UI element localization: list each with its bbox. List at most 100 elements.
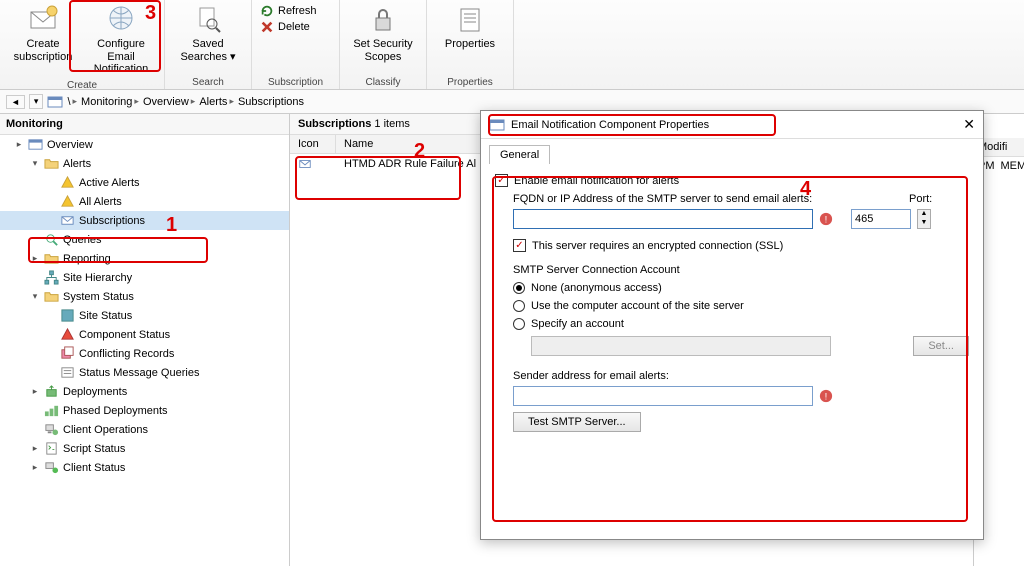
col-header-icon[interactable]: Icon: [290, 135, 336, 153]
statusmsg-icon: [60, 365, 75, 380]
radio-selected-icon: [513, 282, 525, 294]
sender-label: Sender address for email alerts:: [513, 370, 969, 382]
nav-fwd-button[interactable]: ▾: [29, 94, 44, 109]
twisty-icon: ▸: [30, 386, 40, 397]
ssl-label: This server requires an encrypted connec…: [532, 240, 783, 252]
port-input[interactable]: [851, 209, 911, 229]
tree-node-deployments[interactable]: ▸Deployments: [0, 382, 289, 401]
tree-node-label: Alerts: [63, 158, 91, 170]
twisty-icon: ▾: [30, 291, 40, 302]
twisty-icon: ▸: [14, 139, 24, 150]
dialog-icon: [489, 117, 505, 133]
test-smtp-button[interactable]: Test SMTP Server...: [513, 412, 641, 432]
subscription-new-icon: [27, 4, 59, 36]
tree-node-alerts[interactable]: ▾Alerts: [0, 154, 289, 173]
radio-icon: [513, 318, 525, 330]
tree-node-label: Reporting: [63, 253, 111, 265]
chevron-right-icon: ▸: [134, 96, 139, 107]
tree-node-subscriptions[interactable]: Subscriptions: [0, 211, 289, 230]
radio-specify-row[interactable]: Specify an account: [513, 318, 969, 330]
checkbox-checked-icon: ✓: [495, 174, 508, 187]
set-security-scopes-button[interactable]: Set Security Scopes: [344, 2, 422, 65]
fqdn-label: FQDN or IP Address of the SMTP server to…: [513, 193, 903, 205]
delete-button[interactable]: Delete: [260, 20, 331, 34]
enable-email-label: Enable email notification for alerts: [514, 175, 679, 187]
saved-searches-label: Saved Searches ▾: [171, 38, 245, 63]
radio-computer-row[interactable]: Use the computer account of the site ser…: [513, 300, 969, 312]
crumb-subscriptions[interactable]: Subscriptions: [238, 96, 304, 108]
tree-node-label: All Alerts: [79, 196, 122, 208]
twisty-icon: ▸: [30, 253, 40, 264]
subscription-icon: [60, 213, 75, 228]
chevron-right-icon: ▸: [191, 96, 196, 107]
radio-none-label: None (anonymous access): [531, 282, 662, 294]
saved-search-icon: [192, 4, 224, 36]
tree-node-overview[interactable]: ▸Overview: [0, 135, 289, 154]
tree-node-label: Script Status: [63, 443, 125, 455]
tree-node-label: System Status: [63, 291, 134, 303]
tree-node-script-status[interactable]: ▸ Script Status: [0, 439, 289, 458]
create-subscription-button[interactable]: Create subscription: [4, 2, 82, 65]
sitestatus-icon: [60, 308, 75, 323]
chevron-right-icon: ▸: [229, 96, 234, 107]
folder-icon: [44, 289, 59, 304]
refresh-button[interactable]: Refresh: [260, 4, 331, 18]
details-row-server: MEMC: [1001, 160, 1024, 172]
tree-node-phased-deployments[interactable]: Phased Deployments: [0, 401, 289, 420]
script-icon: [44, 441, 59, 456]
radio-none-row[interactable]: None (anonymous access): [513, 282, 969, 294]
tab-general[interactable]: General: [489, 145, 550, 164]
tree-node-client-status[interactable]: ▸Client Status: [0, 458, 289, 477]
tree-node-conflicting-records[interactable]: Conflicting Records: [0, 344, 289, 363]
dialog-close-button[interactable]: ✕: [963, 116, 975, 133]
ribbon-group-label-subscription: Subscription: [256, 75, 335, 89]
tree-title: Monitoring: [0, 114, 289, 135]
delete-label: Delete: [278, 21, 310, 33]
chevron-right-icon: ▸: [73, 96, 78, 107]
tree-node-component-status[interactable]: Component Status: [0, 325, 289, 344]
tree-node-label: Site Status: [79, 310, 132, 322]
port-spinner[interactable]: ▲▼: [917, 209, 931, 229]
list-title-name: Subscriptions: [298, 118, 371, 130]
tree-node-active-alerts[interactable]: Active Alerts: [0, 173, 289, 192]
tree-node-label: Queries: [63, 234, 102, 246]
saved-searches-button[interactable]: Saved Searches ▾: [169, 2, 247, 65]
nav-back-button[interactable]: ◄: [6, 95, 25, 109]
ssl-checkbox-row[interactable]: ✓ This server requires an encrypted conn…: [513, 239, 969, 252]
globe-mail-icon: [105, 4, 137, 36]
tree-node-site-status[interactable]: Site Status: [0, 306, 289, 325]
tree-node-system-status[interactable]: ▾ System Status: [0, 287, 289, 306]
tree-node-label: Client Operations: [63, 424, 148, 436]
ribbon-group-properties: Properties Properties: [427, 0, 514, 89]
twisty-icon: ▸: [30, 443, 40, 454]
properties-button[interactable]: Properties: [431, 2, 509, 53]
configure-email-button[interactable]: Configure Email Notification: [82, 2, 160, 78]
tree-node-status-message-queries[interactable]: Status Message Queries: [0, 363, 289, 382]
tree-node-label: Active Alerts: [79, 177, 140, 189]
details-col-modified[interactable]: Modifi: [978, 141, 1020, 153]
overview-icon: [28, 137, 43, 152]
tree-node-site-hierarchy[interactable]: Site Hierarchy: [0, 268, 289, 287]
ribbon-toolbar: Create subscription Configure Email Noti…: [0, 0, 1024, 90]
properties-label: Properties: [445, 38, 495, 51]
tree-node-all-alerts[interactable]: All Alerts: [0, 192, 289, 211]
dialog-body: ✓ Enable email notification for alerts F…: [481, 164, 983, 442]
tree-node-reporting[interactable]: ▸ Reporting: [0, 249, 289, 268]
dialog-titlebar[interactable]: Email Notification Component Properties …: [481, 111, 983, 139]
sender-input[interactable]: [513, 386, 813, 406]
tree-node-queries[interactable]: Queries: [0, 230, 289, 249]
enable-email-checkbox-row[interactable]: ✓ Enable email notification for alerts: [495, 174, 969, 187]
crumb-overview[interactable]: Overview: [143, 96, 189, 108]
set-security-scopes-label: Set Security Scopes: [346, 38, 420, 63]
crumb-root[interactable]: \: [67, 96, 70, 108]
fqdn-input[interactable]: [513, 209, 813, 229]
folder-icon: [44, 251, 59, 266]
email-notification-dialog: Email Notification Component Properties …: [480, 110, 984, 540]
folder-icon: [44, 156, 59, 171]
tree-node-label: Component Status: [79, 329, 170, 341]
crumb-monitoring[interactable]: Monitoring: [81, 96, 132, 108]
ribbon-group-classify: Set Security Scopes Classify: [340, 0, 427, 89]
crumb-alerts[interactable]: Alerts: [199, 96, 227, 108]
tree-node-client-operations[interactable]: Client Operations: [0, 420, 289, 439]
ribbon-group-label-properties: Properties: [431, 75, 509, 89]
